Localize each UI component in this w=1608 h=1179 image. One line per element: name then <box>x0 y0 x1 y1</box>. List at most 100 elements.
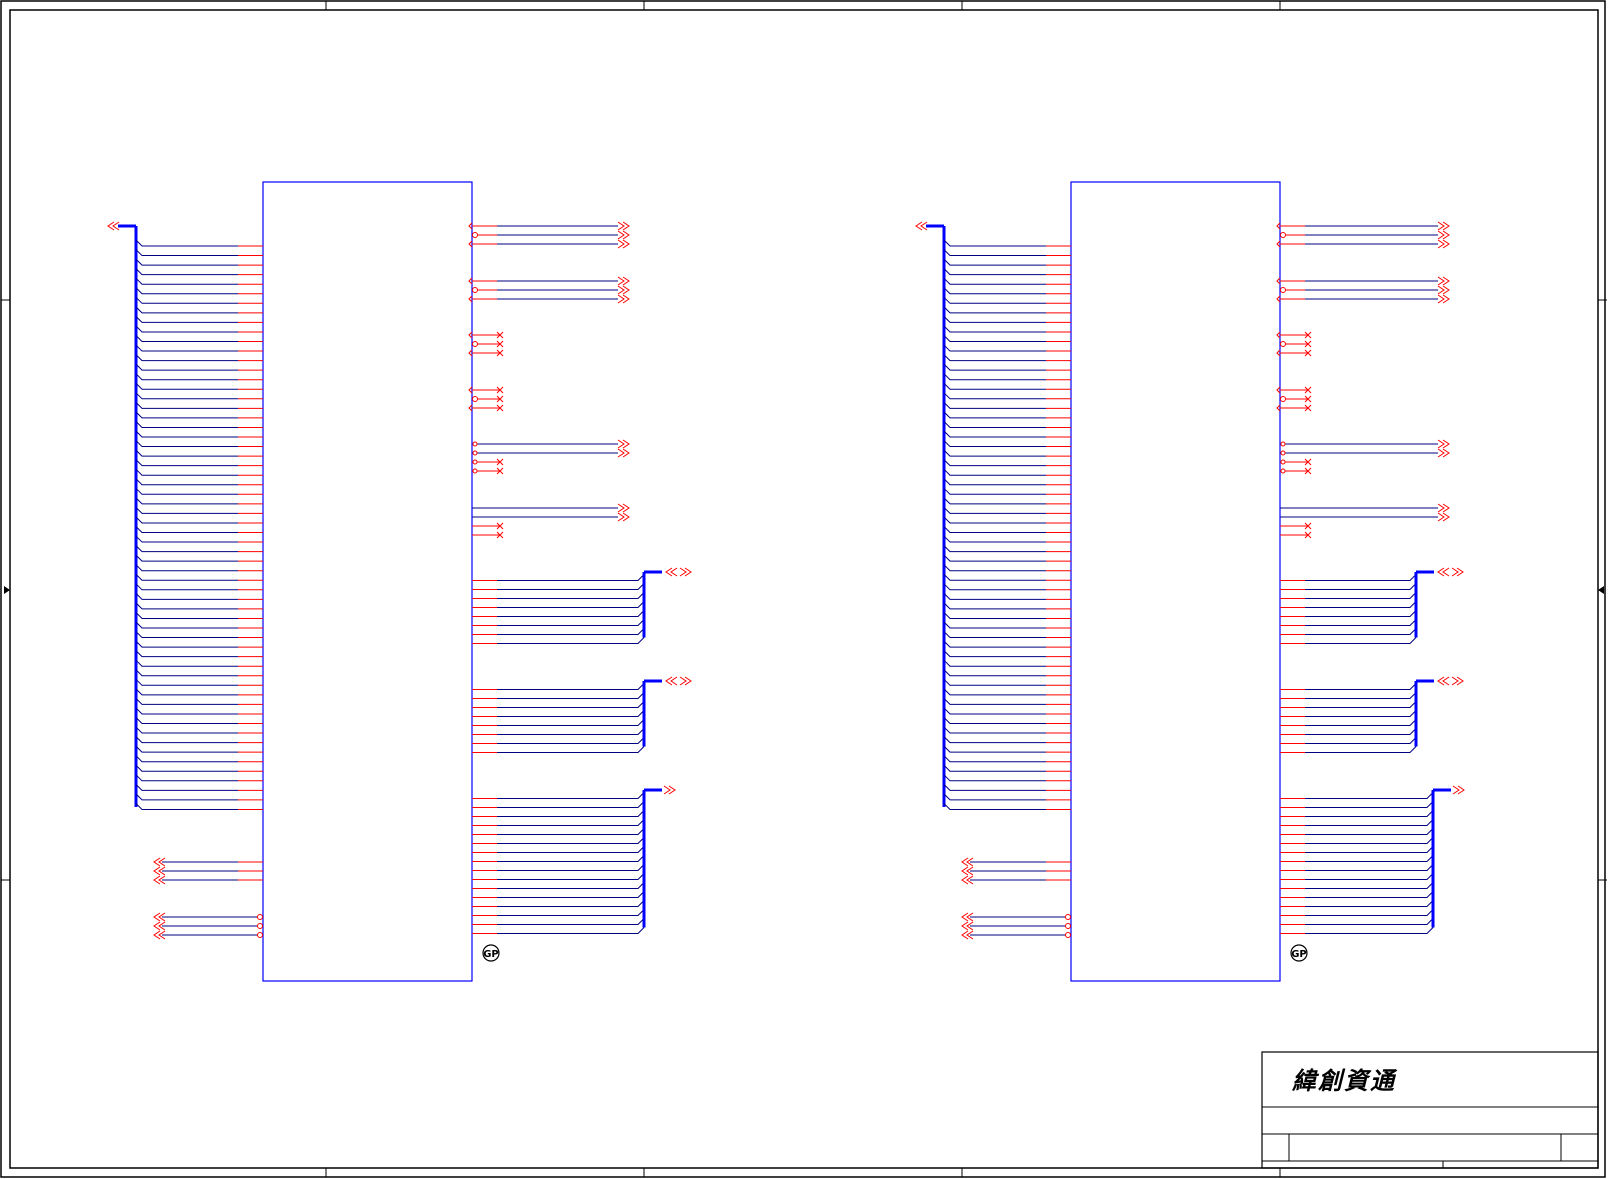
inversion-bubble <box>1065 932 1071 938</box>
bus-wire <box>943 678 1046 686</box>
bus-wire <box>135 678 238 686</box>
bus-wire <box>1280 719 1417 726</box>
bus-wire <box>943 688 1046 696</box>
bus-wire <box>135 411 238 419</box>
bus-wire <box>135 793 238 801</box>
bus-wire <box>135 631 238 639</box>
bus-wire <box>472 810 645 817</box>
bus-wire <box>472 683 645 690</box>
bus-wire <box>135 755 238 763</box>
bus-wire <box>135 296 238 304</box>
bus-wire <box>1280 891 1434 898</box>
bus-wire <box>135 382 238 390</box>
bus-wire <box>943 296 1046 304</box>
bus-wire <box>135 621 238 629</box>
inversion-bubble <box>472 232 478 238</box>
bus-wire <box>943 774 1046 782</box>
bus-wire <box>472 610 645 617</box>
pin-circle <box>472 468 478 474</box>
bus-wire <box>943 516 1046 524</box>
bus-wire <box>1280 801 1434 808</box>
bus-wire <box>943 803 1046 810</box>
bus-wire <box>135 258 238 266</box>
bus-wire <box>943 287 1046 295</box>
offpage-connector-icon <box>1437 276 1445 286</box>
offpage-connector-icon <box>617 439 625 449</box>
bus-wire <box>135 316 238 323</box>
bus-wire <box>472 891 645 898</box>
bus-wire <box>135 698 238 705</box>
bus-wire <box>135 268 238 276</box>
bus-wire <box>135 554 238 562</box>
bus-wire <box>472 601 645 608</box>
component-body <box>1070 181 1281 982</box>
bus-wire <box>135 669 238 677</box>
bus-wire <box>943 392 1046 400</box>
bus-wire <box>943 554 1046 562</box>
bus-wire <box>1280 846 1434 853</box>
pin-circle <box>1280 450 1286 456</box>
bus-wire <box>1280 873 1434 880</box>
bus-wire <box>1280 583 1417 590</box>
offpage-connector-icon <box>1437 503 1445 513</box>
bus-wire <box>472 846 645 853</box>
bus-wire <box>135 516 238 524</box>
bus-wire <box>943 363 1046 371</box>
bus-wire <box>943 669 1046 677</box>
bus-wire <box>943 535 1046 543</box>
offpage-connector-icon <box>1437 230 1445 240</box>
offpage-connector-icon <box>617 503 625 513</box>
bus-wire <box>943 640 1046 648</box>
bus-wire <box>472 801 645 808</box>
bus-wire <box>135 764 238 772</box>
bus-wire <box>943 612 1046 619</box>
bus-wire <box>135 325 238 333</box>
pin-circle <box>472 441 478 447</box>
bus-wire <box>472 637 645 644</box>
bus-wire <box>943 497 1046 505</box>
bus-wire <box>472 819 645 826</box>
bus-wire <box>1280 592 1417 599</box>
company-name: 緯創資通 <box>1292 1066 1396 1095</box>
bus-wire <box>943 411 1046 419</box>
bus-wire <box>943 430 1046 438</box>
frame-arrow-icon <box>4 586 10 594</box>
bus-wire <box>135 535 238 543</box>
component-u-left <box>107 181 692 982</box>
bus-wire <box>943 507 1046 514</box>
bus-wire <box>943 258 1046 266</box>
offpage-connector-icon <box>617 230 625 240</box>
offpage-connector-icon <box>617 512 625 522</box>
bus-wire <box>135 363 238 371</box>
bus-wire <box>943 459 1046 467</box>
bus-wire <box>943 239 1046 247</box>
bus-wire <box>1280 692 1417 699</box>
bus-wire <box>943 545 1046 553</box>
bus-wire <box>472 619 645 626</box>
offpage-connector-icon <box>1451 567 1459 577</box>
schematic-sheet: GP GP <box>0 0 1607 1178</box>
pin-circle <box>1280 459 1286 465</box>
offpage-connector-icon <box>1437 221 1445 231</box>
gp-mark-label: GP <box>1291 949 1307 960</box>
bus-wire <box>472 792 645 799</box>
bus-wire <box>135 468 238 476</box>
bus-wire <box>1280 701 1417 708</box>
bus-wire <box>472 592 645 599</box>
bus-wire <box>135 612 238 619</box>
bus-wire <box>1280 746 1417 753</box>
offpage-connector-icon <box>617 221 625 231</box>
bus-wire <box>1280 900 1434 907</box>
bus-wire <box>1280 628 1417 635</box>
bus-wire <box>943 382 1046 390</box>
bus-wire <box>135 745 238 753</box>
bus-wire <box>943 755 1046 763</box>
inversion-bubble <box>472 341 478 347</box>
bus-wire <box>472 927 645 934</box>
offpage-connector-icon <box>1437 439 1445 449</box>
bus-wire <box>135 421 238 428</box>
bus-wire <box>943 698 1046 705</box>
bus-wire <box>472 583 645 590</box>
bus-wire <box>943 268 1046 276</box>
offpage-connector-icon <box>1437 448 1445 458</box>
